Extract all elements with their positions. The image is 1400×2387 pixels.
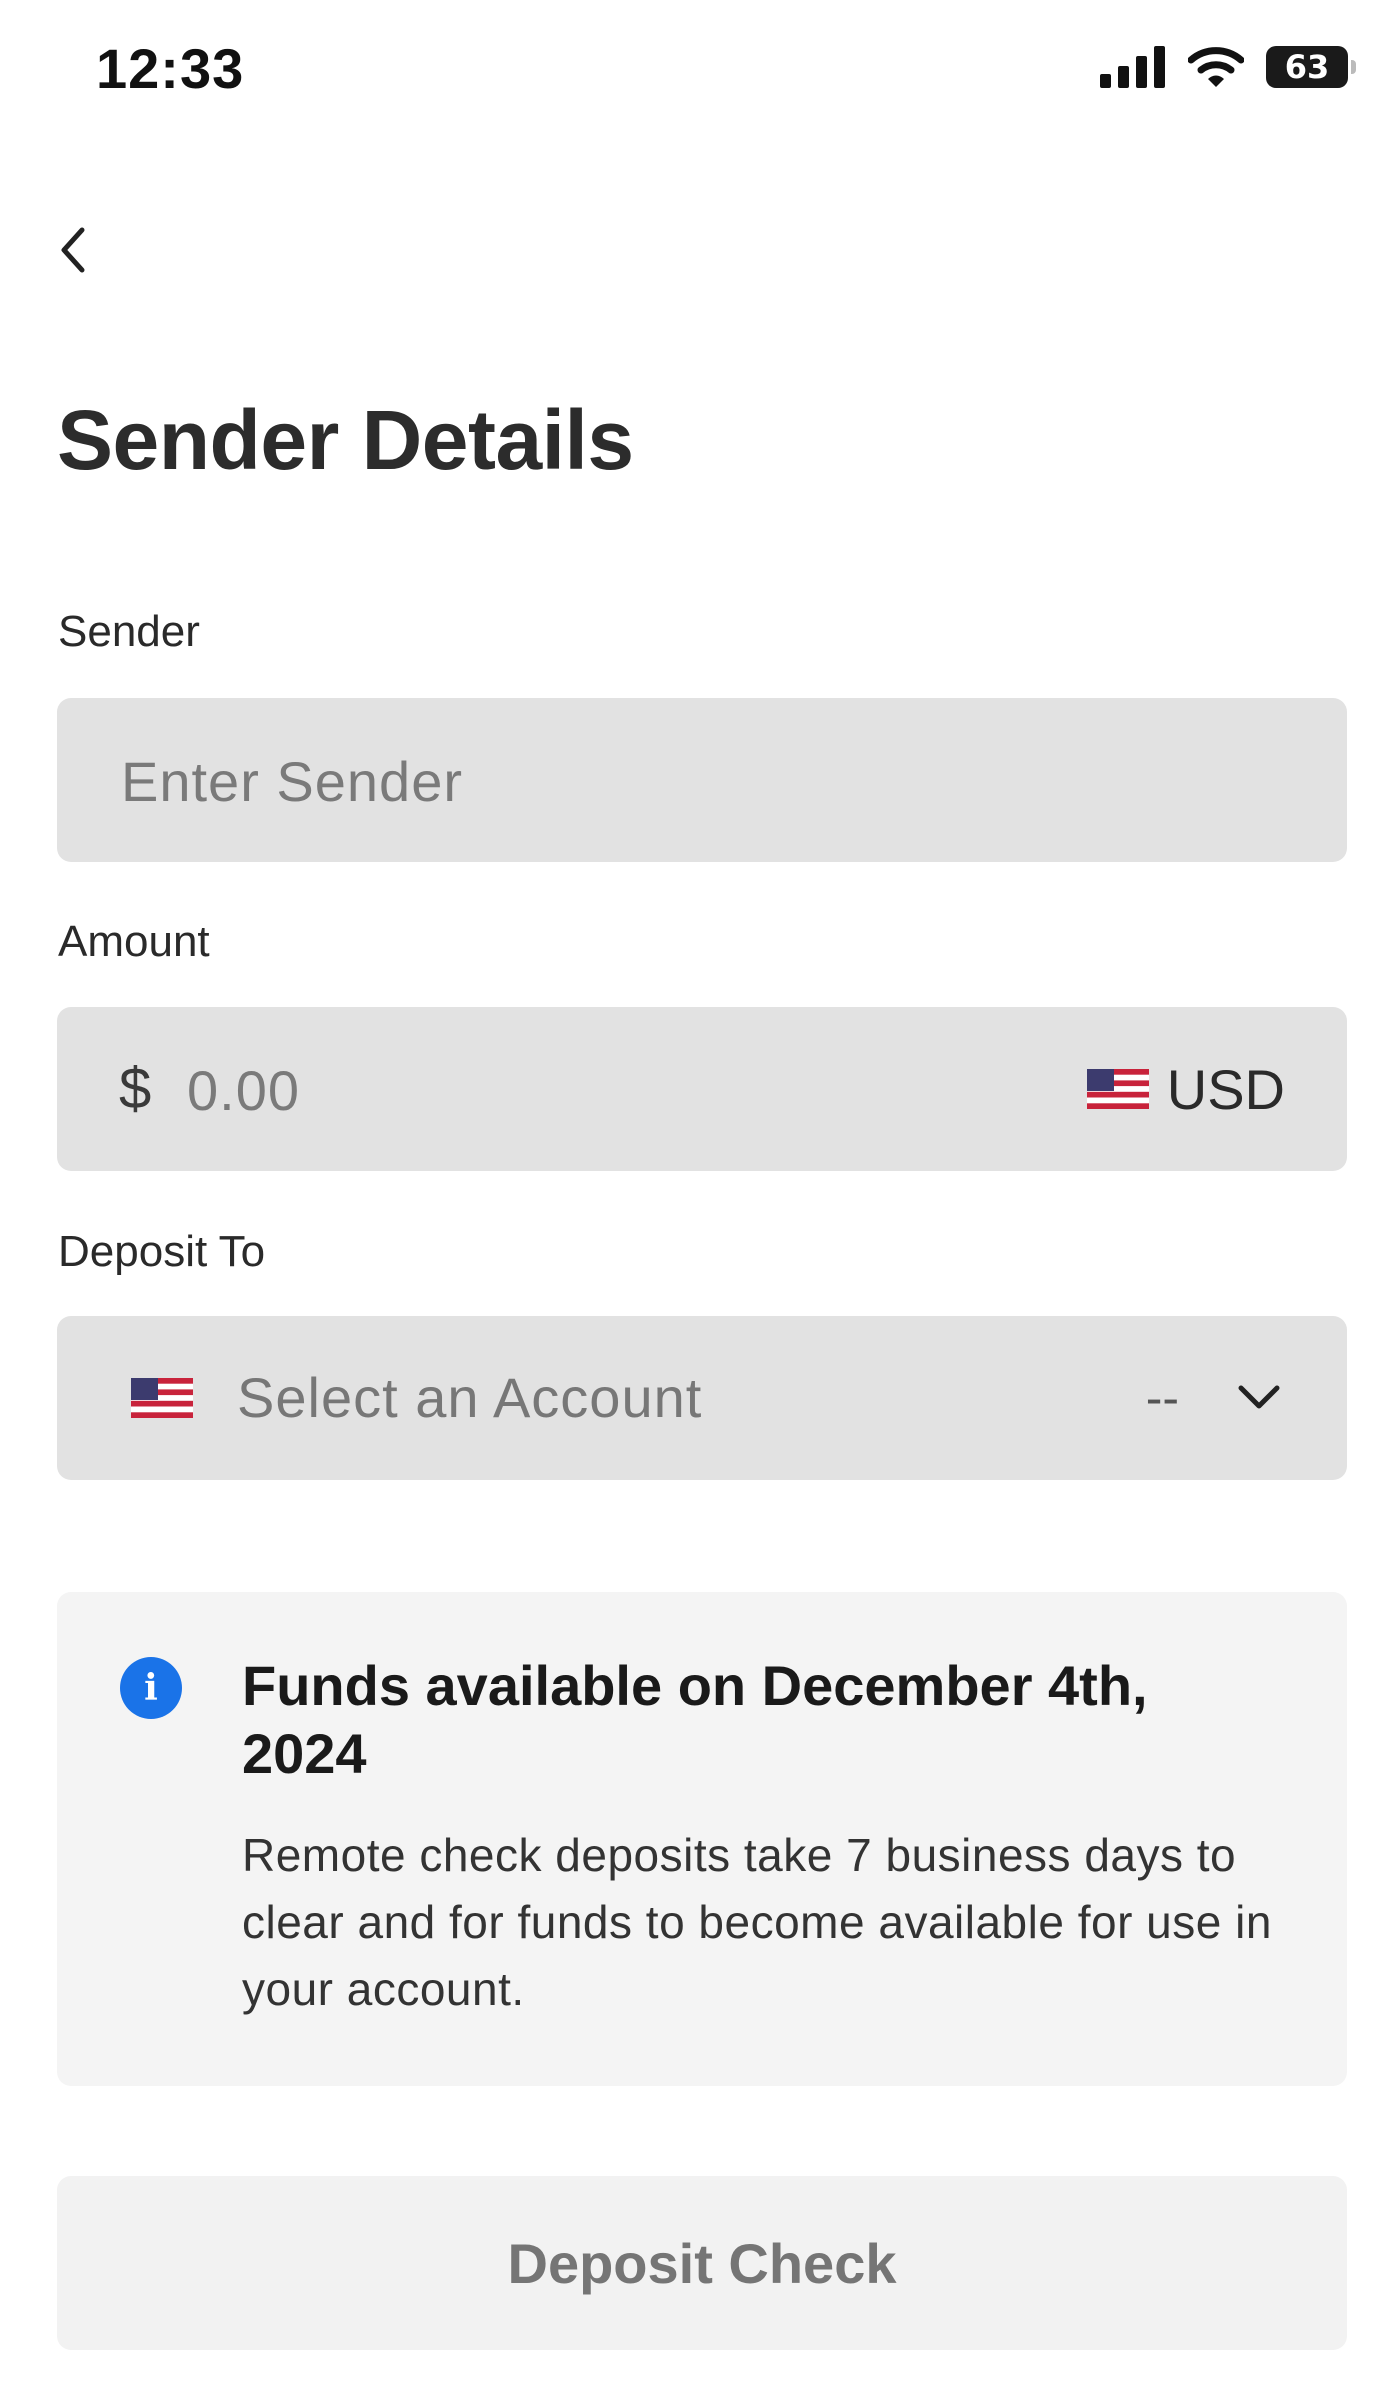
page-title: Sender Details [57,393,634,487]
account-select[interactable]: Select an Account -- [57,1316,1347,1480]
wifi-icon [1188,47,1244,87]
amount-label: Amount [58,917,210,966]
us-flag-icon [1086,1069,1149,1109]
battery-level: 63 [1284,48,1330,86]
status-icons: 63 [1100,46,1356,88]
currency-code: USD [1166,1057,1285,1121]
status-bar: 12:33 63 [0,0,1400,140]
currency-symbol: $ [119,1056,152,1121]
chevron-left-icon [61,227,85,273]
sender-input[interactable] [119,698,1303,864]
amount-input[interactable] [185,1007,889,1173]
signal-icon [1100,46,1165,88]
us-flag-icon [131,1378,193,1418]
info-icon: i [120,1657,182,1719]
info-box: i Funds available on December 4th, 2024 … [57,1592,1347,2086]
info-title: Funds available on December 4th, 2024 [242,1654,1148,1785]
battery-icon: 63 [1266,46,1356,88]
sender-field[interactable] [57,698,1347,864]
account-select-placeholder: Select an Account [237,1366,703,1429]
account-balance: -- [1145,1370,1179,1426]
info-body: Remote check deposits take 7 business da… [242,1829,1272,2015]
amount-field[interactable]: $ USD [57,1007,1347,1173]
status-time: 12:33 [96,37,245,100]
chevron-down-icon [1238,1385,1280,1409]
deposit-to-label: Deposit To [58,1227,266,1276]
deposit-check-button[interactable]: Deposit Check [57,2176,1347,2350]
currency-selector[interactable]: USD [1086,1007,1285,1171]
sender-label: Sender [58,607,200,656]
back-button[interactable] [50,222,94,278]
